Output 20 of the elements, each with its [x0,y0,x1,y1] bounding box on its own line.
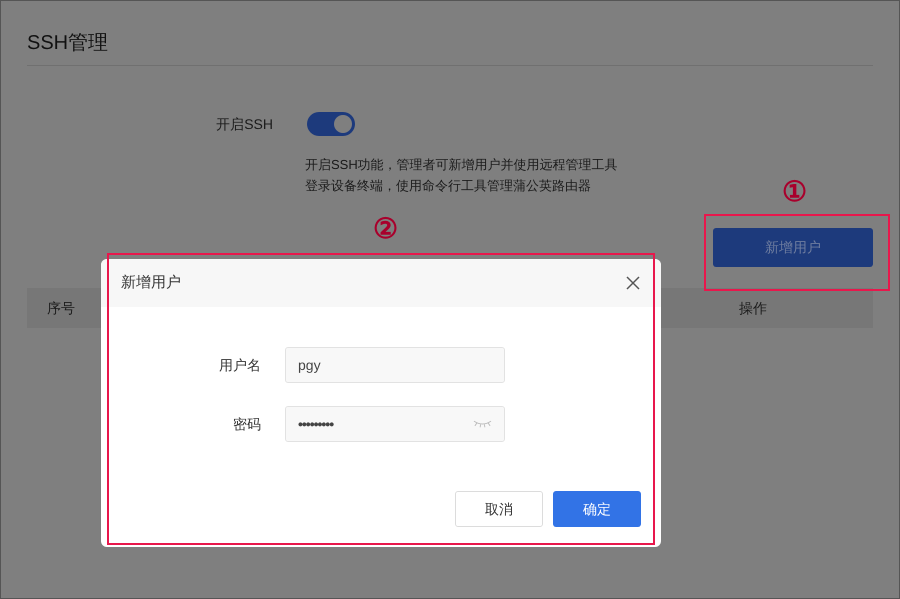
ssh-description: 登录设备终端，使用命令行工具管理蒲公英路由器 [305,177,591,195]
annotation-number: ② [373,212,398,246]
page-title: SSH管理 [27,29,873,66]
closed-eye-icon[interactable] [473,420,492,428]
cancel-button[interactable]: 取消 [455,491,543,527]
field-label: 用户名 [218,356,261,374]
ssh-toggle-label: 开启SSH [215,114,273,134]
close-icon[interactable] [625,275,641,291]
confirm-button[interactable]: 确定 [553,491,641,527]
column-header: 操作 [739,298,767,318]
annotation-number: ① [782,175,807,209]
field-label: 密码 [232,414,261,434]
username-field[interactable]: pgy [285,347,505,383]
field-value: pgy [298,356,321,375]
ssh-toggle[interactable] [307,112,355,136]
dialog-title: 新增用户 [121,272,181,293]
column-header: 序号 [47,298,75,318]
ssh-description: 开启SSH功能，管理者可新增用户并使用远程管理工具 [305,156,618,174]
field-value: ••••••••• [298,414,334,434]
password-field[interactable]: ••••••••• [285,406,505,442]
